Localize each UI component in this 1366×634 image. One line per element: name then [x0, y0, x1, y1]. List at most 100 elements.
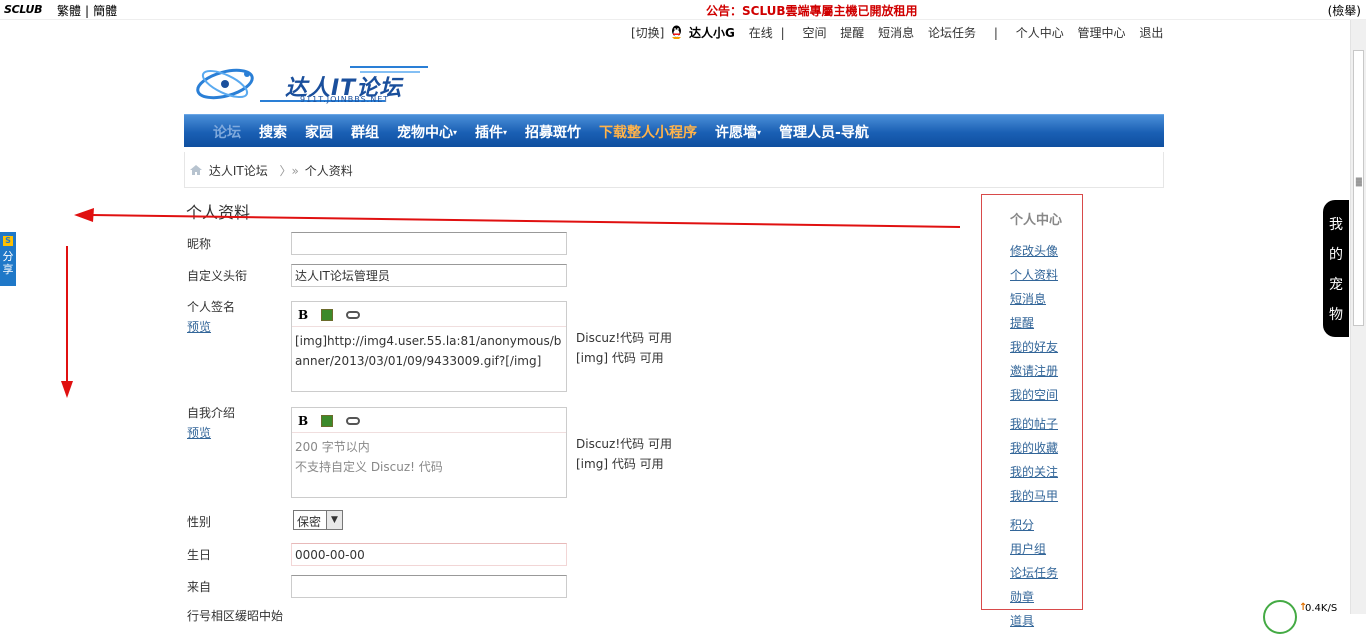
- sclub-logo-text: SCLUB: [4, 3, 43, 16]
- user-nav: [切换] 达人小G 在线 | 空间 提醒 短消息 论坛任务 | 个人中心 管理中…: [631, 24, 1173, 41]
- nav-divider: |: [780, 26, 785, 40]
- bold-button[interactable]: B: [298, 414, 308, 428]
- nav-download[interactable]: 下载整人小程序: [590, 122, 706, 142]
- location-input[interactable]: [291, 575, 567, 598]
- signature-textarea[interactable]: [img]http://img4.user.55.la:81/anonymous…: [292, 327, 566, 375]
- chevron-down-icon: ▼: [326, 511, 342, 529]
- usernav-space[interactable]: 空间: [802, 24, 826, 41]
- image-icon[interactable]: [320, 309, 333, 321]
- nav-wishwall[interactable]: 许愿墙▾: [706, 122, 770, 142]
- nav-plugins[interactable]: 插件▾: [466, 122, 516, 142]
- nav-groups-label: 群组: [351, 124, 379, 141]
- traditional-chinese-link[interactable]: 繁體: [57, 4, 81, 18]
- top-strip: SCLUB 繁體 | 簡體 公告：SCLUB雲端專屬主機已開放租用 (檢舉): [0, 0, 1366, 20]
- sidebar-item-follow[interactable]: 我的关注: [1010, 460, 1082, 484]
- nav-search[interactable]: 搜索: [250, 122, 296, 142]
- language-switch: 繁體 | 簡體: [57, 2, 117, 19]
- usernav-pm[interactable]: 短消息: [878, 24, 914, 41]
- nav-pets[interactable]: 宠物中心▾: [388, 122, 466, 142]
- sidebar-title: 个人中心: [1010, 213, 1063, 228]
- custom-title-input[interactable]: [291, 264, 567, 287]
- sidebar-item-medals[interactable]: 勋章: [1010, 585, 1082, 609]
- gender-select[interactable]: 保密 ▼: [293, 510, 343, 530]
- nav-recruit[interactable]: 招募斑竹: [516, 122, 590, 142]
- site-logo[interactable]: 达人IT论坛 911T.JOINBBS.NET: [195, 62, 435, 106]
- online-status[interactable]: 在线: [749, 24, 773, 41]
- sidebar-item-credits[interactable]: 积分: [1010, 513, 1082, 537]
- sidebar-item-avatar[interactable]: 修改头像: [1010, 239, 1082, 263]
- nav-recruit-label: 招募斑竹: [525, 124, 582, 141]
- nav-search-label: 搜索: [259, 124, 287, 141]
- intro-editor: B 200 字节以内 不支持自定义 Discuz! 代码: [291, 407, 567, 498]
- share-tab-label: 分享: [2, 250, 14, 276]
- usernav-admin[interactable]: 管理中心: [1078, 24, 1126, 41]
- nav-forum-label: 论坛: [213, 124, 241, 141]
- location-label: 来自: [187, 580, 212, 594]
- birthday-input[interactable]: [291, 543, 567, 566]
- bold-button[interactable]: B: [298, 308, 308, 322]
- signature-hint-discuz: Discuz!代码 可用: [576, 331, 672, 345]
- nickname-label: 昵称: [187, 237, 212, 251]
- sidebar-item-favorites[interactable]: 我的收藏: [1010, 436, 1082, 460]
- nav-forum[interactable]: 论坛: [204, 122, 250, 142]
- lang-divider: |: [85, 4, 90, 18]
- usernav-task[interactable]: 论坛任务: [928, 24, 976, 41]
- sidebar-item-notice[interactable]: 提醒: [1010, 311, 1082, 335]
- nav-home[interactable]: 家园: [296, 122, 342, 142]
- sidebar-item-pm[interactable]: 短消息: [1010, 287, 1082, 311]
- nickname-input[interactable]: [291, 232, 567, 255]
- home-icon[interactable]: [189, 164, 203, 176]
- sidebar-item-friends[interactable]: 我的好友: [1010, 335, 1082, 359]
- chevron-down-icon: ▾: [453, 127, 458, 137]
- nav-groups[interactable]: 群组: [342, 122, 388, 142]
- link-icon[interactable]: [345, 417, 360, 425]
- logo-atom-icon: [196, 68, 254, 100]
- gender-select-value: 保密: [297, 515, 322, 529]
- intro-hint-discuz: Discuz!代码 可用: [576, 437, 672, 451]
- sidebar-item-usergroup[interactable]: 用户组: [1010, 537, 1082, 561]
- chevron-down-icon: ▾: [757, 127, 762, 137]
- intro-textarea[interactable]: 200 字节以内 不支持自定义 Discuz! 代码: [292, 433, 566, 481]
- intro-placeholder-limit: 200 字节以内: [295, 440, 370, 454]
- pet-tab-char: 物: [1329, 307, 1343, 323]
- signature-label: 个人签名: [187, 300, 236, 314]
- signature-editor: B [img]http://img4.user.55.la:81/anonymo…: [291, 301, 567, 392]
- image-icon[interactable]: [320, 415, 333, 427]
- intro-hint-img: [img] 代码 可用: [576, 457, 664, 471]
- username-link[interactable]: 达人小G: [689, 24, 735, 41]
- sidebar-item-space[interactable]: 我的空间: [1010, 383, 1082, 407]
- simplified-chinese-link[interactable]: 簡體: [93, 4, 117, 18]
- netspeed-value: 0.4K/S: [1305, 603, 1338, 614]
- usernav-ucenter[interactable]: 个人中心: [1016, 24, 1064, 41]
- annotation-arrowhead-down: [61, 381, 73, 398]
- chevron-down-icon: ▾: [503, 127, 508, 137]
- pet-tab-char: 的: [1329, 247, 1343, 263]
- nav-download-label: 下载整人小程序: [599, 124, 698, 141]
- usernav-notice[interactable]: 提醒: [840, 24, 864, 41]
- share-badge-icon: S: [3, 236, 13, 246]
- signature-preview-link[interactable]: 预览: [187, 318, 211, 335]
- vertical-scrollbar[interactable]: ▬ ▬ ▬: [1350, 20, 1366, 614]
- switch-link[interactable]: [切换]: [631, 24, 664, 41]
- sidebar-item-vest[interactable]: 我的马甲: [1010, 484, 1082, 508]
- report-link[interactable]: (檢舉): [1328, 2, 1361, 19]
- my-pet-tab[interactable]: 我 的 宠 物: [1323, 200, 1349, 337]
- sidebar-item-posts[interactable]: 我的帖子: [1010, 412, 1082, 436]
- sidebar-item-profile[interactable]: 个人资料: [1010, 263, 1082, 287]
- nav-admin-guide[interactable]: 管理人员-导航: [770, 122, 878, 142]
- sidebar-item-magic[interactable]: 道具: [1010, 609, 1082, 633]
- usernav-logout[interactable]: 退出: [1139, 24, 1163, 41]
- sclub-logo[interactable]: SCLUB: [4, 3, 43, 16]
- annotation-arrowhead-left: [74, 208, 94, 222]
- nav-pets-label: 宠物中心: [397, 124, 453, 141]
- sidebar-item-invite[interactable]: 邀请注册: [1010, 359, 1082, 383]
- breadcrumb-home[interactable]: 达人IT论坛: [209, 164, 268, 178]
- intro-placeholder-nocode: 不支持自定义 Discuz! 代码: [295, 460, 443, 474]
- main-nav: 论坛 搜索 家园 群组 宠物中心▾ 插件▾ 招募斑竹 下载整人小程序 许愿墙▾ …: [184, 114, 1164, 147]
- intro-preview-link[interactable]: 预览: [187, 424, 211, 441]
- link-icon[interactable]: [345, 311, 360, 319]
- announcement-link[interactable]: 公告：SCLUB雲端專屬主機已開放租用: [706, 2, 918, 19]
- share-tab[interactable]: S 分享: [0, 232, 16, 286]
- sidebar-item-tasks[interactable]: 论坛任务: [1010, 561, 1082, 585]
- breadcrumb: 达人IT论坛 〉» 个人资料: [184, 152, 1164, 188]
